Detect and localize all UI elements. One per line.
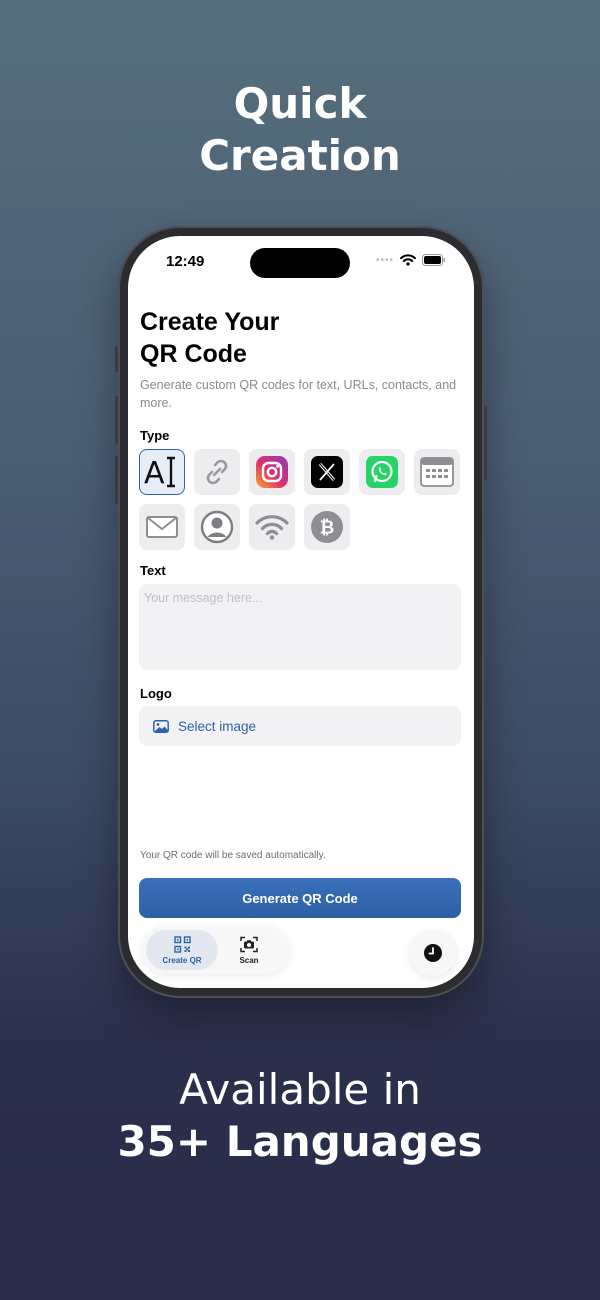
dynamic-island	[250, 248, 350, 278]
status-icons: ••••	[376, 254, 446, 266]
type-option-instagram[interactable]	[249, 449, 295, 495]
link-icon	[206, 459, 228, 485]
status-time: 12:49	[166, 253, 205, 270]
text-input[interactable]: Your message here...	[139, 584, 461, 670]
type-option-email[interactable]	[139, 504, 185, 550]
x-icon	[311, 456, 343, 488]
type-option-whatsapp[interactable]	[359, 449, 405, 495]
signal-dots-icon: ••••	[375, 254, 394, 266]
qr-icon	[173, 935, 191, 953]
page-title-line2: QR Code	[140, 340, 247, 368]
type-option-wifi[interactable]	[249, 504, 295, 550]
headline-top-line2: Creation	[199, 131, 401, 180]
headline-top: Quick Creation	[0, 78, 600, 182]
history-button[interactable]	[410, 930, 456, 976]
page-subtitle: Generate custom QR codes for text, URLs,…	[140, 378, 457, 410]
headline-bottom-line1: Available in	[179, 1065, 421, 1114]
select-image-button[interactable]: Select image	[139, 706, 461, 746]
image-icon	[153, 719, 169, 733]
phone-screen: 12:49 •••• Create Your QR Code Generate …	[128, 236, 474, 988]
wifi-icon	[255, 515, 289, 540]
tab-create-qr[interactable]: Create QR	[146, 930, 218, 970]
headline-bottom: Available in 35+ Languages	[0, 1064, 600, 1168]
clock-icon	[424, 944, 442, 962]
type-option-x[interactable]	[304, 449, 350, 495]
svg-text:₿: ₿	[320, 518, 335, 539]
instagram-icon	[256, 456, 288, 488]
tab-scan-label: Scan	[239, 955, 259, 965]
logo-label: Logo	[140, 686, 172, 701]
type-option-event[interactable]	[414, 449, 460, 495]
select-image-label: Select image	[178, 718, 257, 734]
mail-icon	[146, 516, 178, 538]
svg-text:A: A	[144, 456, 165, 491]
type-option-text[interactable]: A	[139, 449, 185, 495]
contact-icon	[200, 510, 234, 544]
text-label: Text	[140, 563, 166, 578]
type-option-url[interactable]	[194, 449, 240, 495]
headline-bottom-line2: 35+ Languages	[117, 1117, 483, 1166]
phone-frame: 12:49 •••• Create Your QR Code Generate …	[115, 226, 487, 998]
headline-top-line1: Quick	[233, 79, 367, 128]
tab-create-qr-label: Create QR	[162, 955, 202, 965]
wifi-status-icon	[400, 254, 416, 266]
autosave-note: Your QR code will be saved automatically…	[140, 850, 326, 861]
generate-button[interactable]: Generate QR Code	[139, 878, 461, 918]
battery-icon	[422, 254, 445, 266]
whatsapp-icon	[366, 456, 398, 488]
page-title: Create Your QR Code	[140, 306, 279, 370]
page-title-line1: Create Your	[140, 308, 280, 336]
tab-bar: Create QR Scan	[142, 926, 290, 974]
scan-icon	[240, 936, 258, 952]
text-icon: A	[144, 456, 175, 491]
type-label: Type	[140, 428, 170, 443]
type-option-contact[interactable]	[194, 504, 240, 550]
tab-scan[interactable]: Scan	[222, 930, 276, 970]
type-option-bitcoin[interactable]: ₿	[304, 504, 350, 550]
bitcoin-icon: ₿	[311, 511, 343, 543]
calendar-icon	[420, 457, 454, 487]
